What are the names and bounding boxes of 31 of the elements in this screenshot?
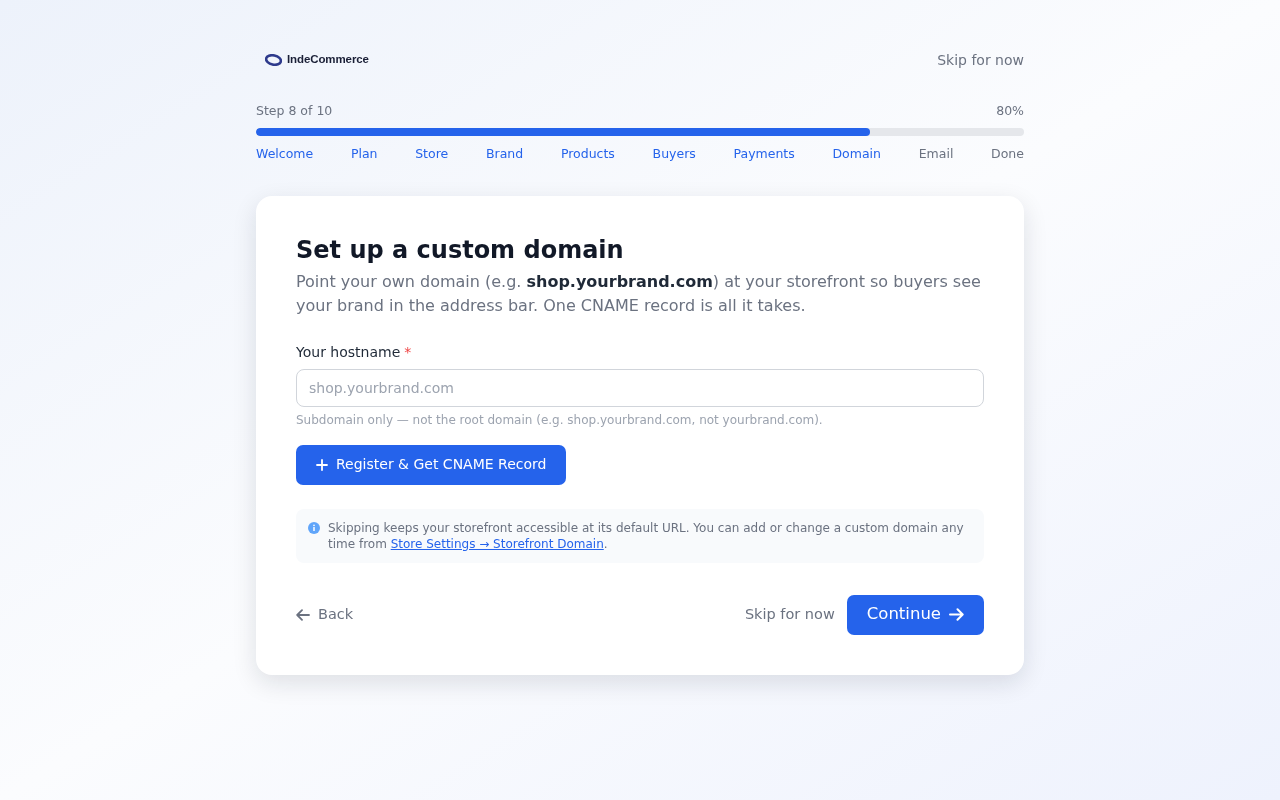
step-label: Done	[991, 144, 1024, 163]
logo-ring-icon	[265, 54, 282, 66]
step-label: Store	[415, 144, 449, 163]
continue-button[interactable]: Continue	[846, 594, 984, 635]
logo-text: IndeCommerce	[287, 52, 369, 68]
register-button[interactable]: Register & Get CNAME Record	[296, 444, 567, 485]
required-mark: *	[404, 342, 412, 362]
arrow-left-icon	[296, 608, 310, 621]
step-counter: Step 8 of 10	[256, 102, 333, 120]
card-description: Point your own domain (e.g. shop.yourbrand.com) at your storefront so buyers see your brand in the address bar. One CNAME record is all it takes.	[296, 270, 982, 317]
arrow-right-icon	[949, 608, 964, 621]
step-label: Domain	[832, 144, 881, 163]
step-label: Buyers	[652, 144, 696, 163]
step-label: Brand	[485, 144, 524, 163]
step-label: Products	[560, 144, 615, 163]
skip-button[interactable]: Skip for now	[744, 594, 835, 635]
step-label: Email	[918, 144, 954, 163]
plus-icon	[316, 458, 328, 471]
note-text: Skipping keeps your storefront accessible at its default URL. You can add or change a custom domain any time from Store Settings → Storefront Domain.	[328, 519, 965, 552]
progress-percent: 80%	[996, 102, 1024, 120]
back-button[interactable]: Back	[296, 594, 354, 635]
info-icon	[308, 521, 320, 534]
field-hint: Subdomain only — not the root domain (e.g. shop.yourbrand.com, not yourbrand.com).	[296, 411, 824, 429]
step-label: Plan	[350, 144, 378, 163]
field-label: Your hostname	[296, 342, 401, 362]
step-label: Welcome	[256, 144, 314, 163]
settings-link[interactable]: Store Settings → Storefront Domain	[390, 536, 604, 551]
skip-link[interactable]: Skip for now	[937, 49, 1024, 71]
step-label: Payments	[733, 144, 795, 163]
hostname-input[interactable]: shop.yourbrand.com	[296, 368, 984, 407]
card-title: Set up a custom domain	[296, 234, 625, 266]
